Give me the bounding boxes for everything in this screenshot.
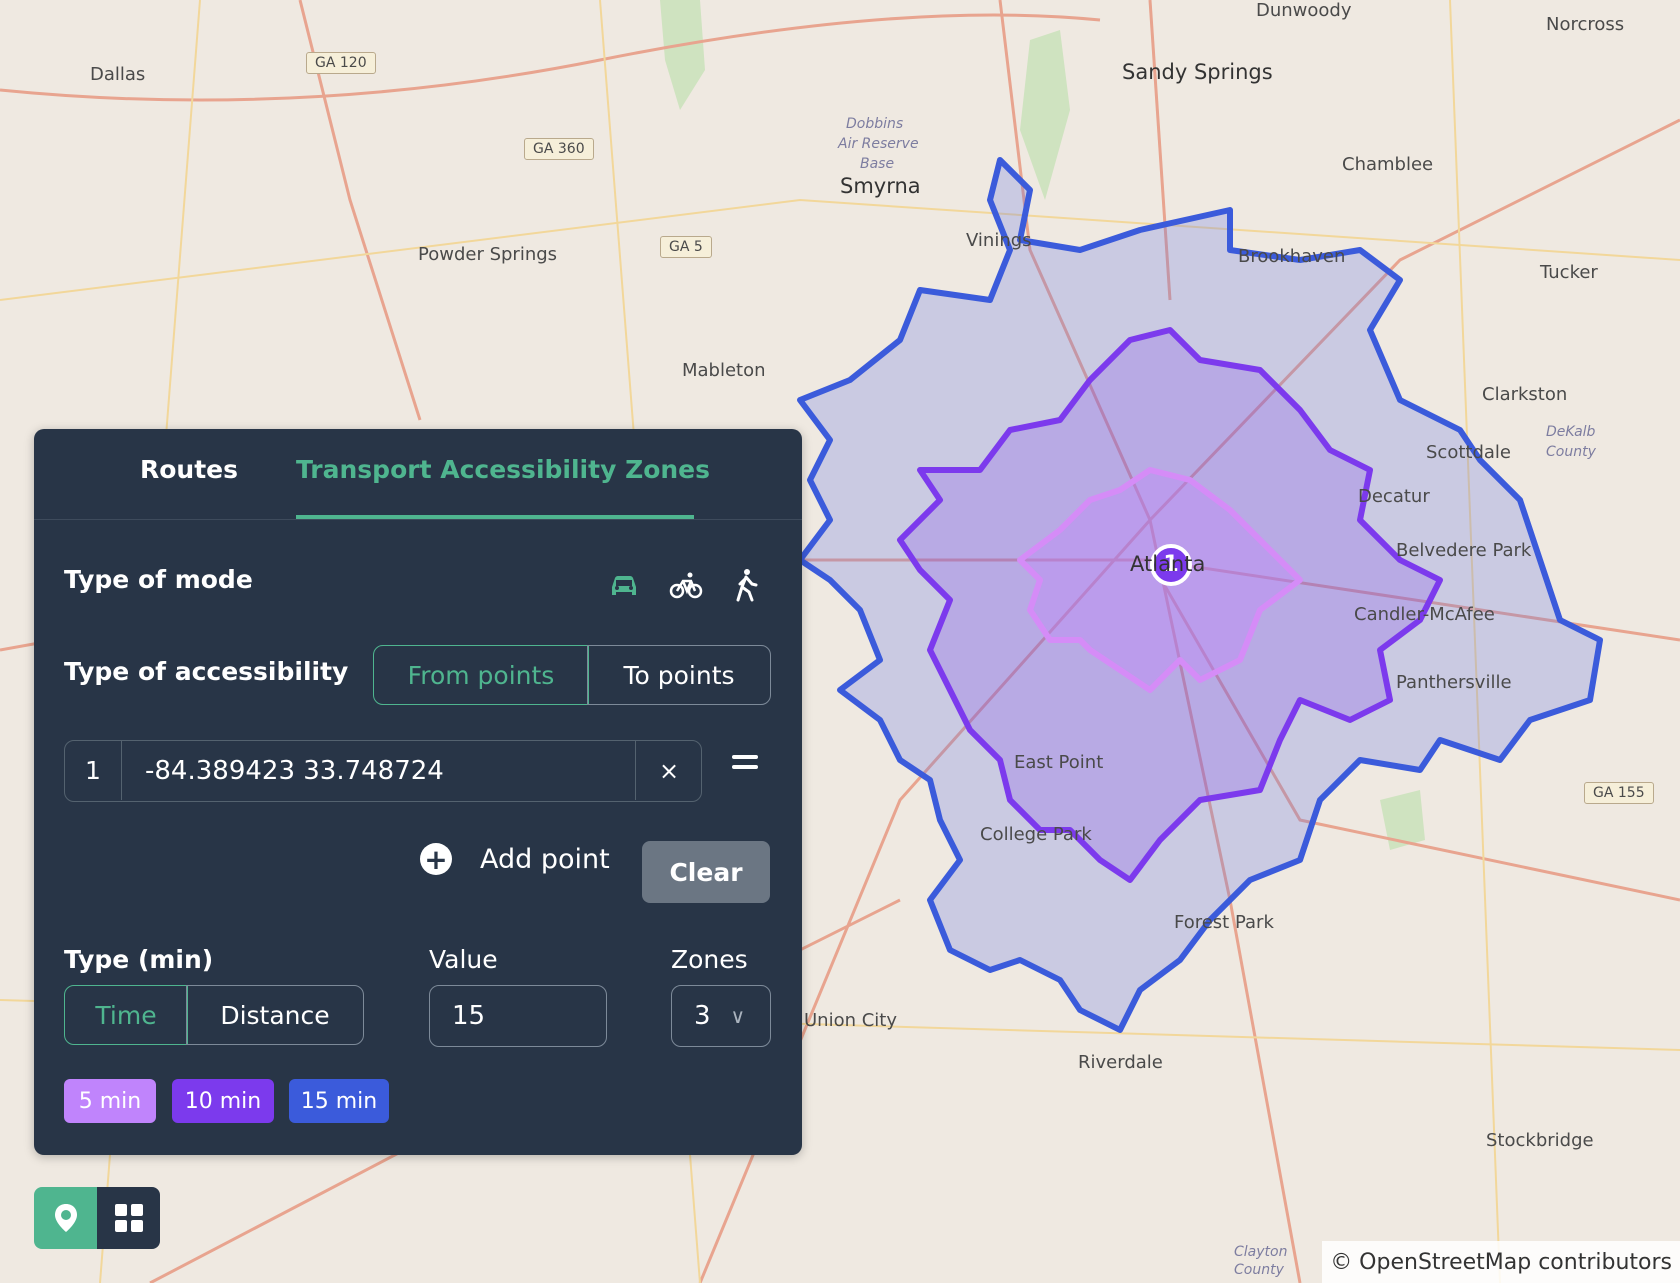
road-shield: GA 155	[1584, 782, 1654, 804]
legend-15-min[interactable]: 15 min	[289, 1079, 389, 1123]
from-points-option[interactable]: From points	[373, 645, 589, 705]
mode-label: Type of mode	[64, 565, 253, 594]
point-index: 1	[65, 741, 122, 800]
active-tab-indicator	[296, 515, 694, 519]
tab-routes[interactable]: Routes	[140, 455, 238, 484]
park-area	[660, 0, 705, 110]
location-tool-button[interactable]	[34, 1187, 97, 1249]
place-label: Riverdale	[1078, 1052, 1163, 1073]
place-label: Sandy Springs	[1122, 60, 1273, 84]
walk-icon[interactable]	[728, 567, 764, 603]
tab-bar: Routes Transport Accessibility Zones	[34, 429, 802, 520]
add-point-label: Add point	[480, 843, 610, 875]
place-label: Vinings	[966, 230, 1032, 251]
point-coordinates-input[interactable]	[123, 741, 635, 800]
plus-circle-icon: +	[420, 843, 452, 876]
chevron-down-icon: ∨	[730, 1004, 746, 1028]
place-label: East Point	[1014, 752, 1104, 773]
place-label: Forest Park	[1174, 912, 1274, 933]
road-shield: GA 5	[660, 236, 712, 258]
to-points-option[interactable]: To points	[587, 645, 771, 705]
place-label: Base	[860, 156, 895, 172]
type-label: Type (min)	[64, 945, 214, 974]
place-label: College Park	[980, 824, 1092, 845]
map-attribution[interactable]: © OpenStreetMap contributors	[1322, 1241, 1680, 1283]
tab-transport-accessibility-zones[interactable]: Transport Accessibility Zones	[296, 455, 710, 484]
place-label: Powder Springs	[418, 244, 558, 265]
road-shield: GA 360	[524, 138, 594, 160]
time-option[interactable]: Time	[64, 985, 188, 1045]
place-label: Tucker	[1540, 262, 1598, 283]
place-label: Clarkston	[1482, 384, 1568, 405]
zones-select[interactable]: 3 ∨	[671, 985, 771, 1047]
place-label: Dobbins	[846, 116, 904, 132]
place-label: Stockbridge	[1486, 1130, 1594, 1151]
place-label: Mableton	[682, 360, 766, 381]
value-label: Value	[429, 945, 498, 974]
place-label: County	[1234, 1262, 1284, 1278]
place-label: Norcross	[1546, 14, 1625, 35]
place-label: Clayton	[1234, 1244, 1288, 1260]
drag-handle-icon[interactable]	[732, 755, 758, 781]
clear-button[interactable]: Clear	[642, 841, 770, 903]
place-label: Scottdale	[1426, 442, 1511, 463]
legend-10-min[interactable]: 10 min	[172, 1079, 274, 1123]
place-label: Union City	[804, 1010, 898, 1031]
distance-option[interactable]: Distance	[186, 985, 364, 1045]
place-label: DeKalb	[1546, 424, 1596, 440]
place-label: Air Reserve	[838, 136, 919, 152]
car-icon[interactable]	[606, 567, 642, 603]
grid-icon	[114, 1204, 143, 1232]
place-label: Dunwoody	[1256, 0, 1352, 21]
place-label: Panthersville	[1396, 672, 1512, 693]
place-label: Decatur	[1358, 486, 1430, 507]
place-label: Atlanta	[1130, 552, 1206, 576]
place-label: Chamblee	[1342, 154, 1434, 175]
bicycle-icon[interactable]	[668, 567, 704, 603]
accessibility-panel: Routes Transport Accessibility Zones Typ…	[34, 429, 802, 1155]
point-row: 1 ×	[64, 740, 702, 802]
zones-value: 3	[694, 1001, 711, 1031]
place-label: County	[1546, 444, 1596, 460]
value-input[interactable]	[429, 985, 607, 1047]
legend-5-min[interactable]: 5 min	[64, 1079, 156, 1123]
park-area	[1020, 30, 1070, 200]
place-label: Belvedere Park	[1396, 540, 1532, 561]
place-label: Smyrna	[840, 174, 921, 198]
add-point-button[interactable]: + Add point	[420, 829, 610, 889]
zones-label: Zones	[671, 945, 748, 974]
clear-point-button[interactable]: ×	[635, 741, 702, 800]
grid-tool-button[interactable]	[97, 1187, 160, 1249]
accessibility-label: Type of accessibility	[64, 657, 349, 686]
map-tools	[34, 1187, 160, 1249]
map-pin-icon	[54, 1204, 77, 1232]
place-label: Dallas	[90, 64, 146, 85]
place-label: Brookhaven	[1238, 246, 1346, 267]
place-label: Candler-McAfee	[1354, 604, 1495, 625]
road-shield: GA 120	[306, 52, 376, 74]
